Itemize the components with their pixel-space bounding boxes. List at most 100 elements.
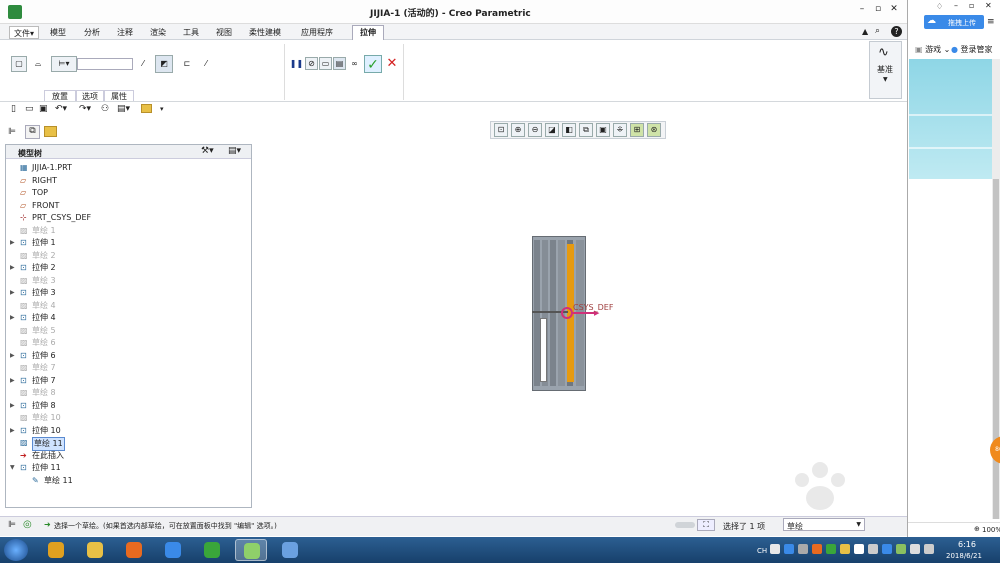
media-player-app-icon[interactable] xyxy=(118,539,150,561)
explorer-app-icon[interactable] xyxy=(79,539,111,561)
annotation-display-icon[interactable]: ⊛ xyxy=(647,123,661,137)
login-link[interactable]: ● 登录管家 xyxy=(951,44,993,55)
side-restore-icon[interactable]: ▫ xyxy=(969,1,974,10)
close-window-button[interactable]: ✕ xyxy=(888,4,900,16)
zoom-in-icon[interactable]: ⊕ xyxy=(511,123,525,137)
expand-arrow-icon[interactable]: ▶ xyxy=(10,262,15,274)
baidu-cloud-app-icon[interactable] xyxy=(157,539,189,561)
save-icon[interactable]: ▣ xyxy=(39,104,48,114)
expand-arrow-icon[interactable]: ▶ xyxy=(10,350,15,362)
start-button[interactable] xyxy=(4,539,28,561)
tab-apps[interactable]: 应用程序 xyxy=(301,26,333,39)
depth-input[interactable] xyxy=(77,58,133,70)
games-link[interactable]: ▣ 游戏 ⌄ xyxy=(915,44,950,55)
refit-icon[interactable]: ⊡ xyxy=(494,123,508,137)
tree-settings-icon[interactable]: ⚒▾ xyxy=(201,146,214,156)
tab-model[interactable]: 模型 xyxy=(50,26,66,39)
expanded-arrow-icon[interactable]: ▼ xyxy=(10,462,15,474)
network-icon[interactable] xyxy=(910,544,920,554)
upload-button[interactable]: ☁ 拖拽上传 xyxy=(924,15,984,29)
display-style-icon[interactable]: ◧ xyxy=(562,123,576,137)
folder-icon[interactable] xyxy=(141,104,152,113)
network-activity-icon[interactable] xyxy=(826,544,836,554)
ribbon-collapse-icon[interactable]: ▲ xyxy=(862,27,868,36)
datum-display-icon[interactable]: ⁜ xyxy=(613,123,627,137)
verify-icon[interactable]: ▤ xyxy=(333,57,346,70)
zoom-out-icon[interactable]: ⊖ xyxy=(528,123,542,137)
skin-icon[interactable]: ♢ xyxy=(936,2,943,11)
depth-option-icon[interactable]: ⊨▾ xyxy=(51,56,77,72)
tab-flexible[interactable]: 柔性建模 xyxy=(249,26,281,39)
open-icon[interactable]: ▭ xyxy=(25,104,34,114)
subtab-properties[interactable]: 属性 xyxy=(104,90,134,101)
side-scrollbar-thumb[interactable] xyxy=(993,179,999,519)
customize-icon[interactable]: ▾ xyxy=(160,105,164,113)
file-menu[interactable]: 文件▾ xyxy=(9,26,39,39)
notification-icon[interactable] xyxy=(854,544,864,554)
input-method-icon[interactable] xyxy=(770,544,780,554)
datum-group[interactable]: ∿ 基准 ▼ xyxy=(869,41,902,99)
tree-columns-icon[interactable]: ▤▾ xyxy=(228,146,241,156)
undo-icon[interactable]: ↶▾ xyxy=(55,104,67,114)
no-preview-icon[interactable]: ⊘ xyxy=(305,57,318,70)
tab-extrude[interactable]: 拉伸 xyxy=(352,25,384,40)
side-zoom-icon[interactable]: ⊕ xyxy=(974,525,980,533)
preview-icon[interactable]: ▭ xyxy=(319,57,332,70)
flip-direction-icon[interactable]: ⁄ xyxy=(136,57,150,71)
tab-analysis[interactable]: 分析 xyxy=(84,26,100,39)
glasses-icon[interactable]: ∞ xyxy=(348,57,361,70)
tab-render[interactable]: 渲染 xyxy=(150,26,166,39)
browser-360-app-icon[interactable] xyxy=(196,539,228,561)
app-icon[interactable] xyxy=(8,5,22,19)
subtab-placement[interactable]: 放置 xyxy=(44,90,76,101)
chrome-app-icon[interactable] xyxy=(40,539,72,561)
ok-button[interactable]: ✓ xyxy=(364,55,382,73)
folder-tab-icon[interactable] xyxy=(44,126,57,137)
expand-arrow-icon[interactable]: ▶ xyxy=(10,375,15,387)
maximize-button[interactable]: ▫ xyxy=(872,4,884,16)
browser-icon[interactable]: ◎ xyxy=(23,519,32,530)
volume-icon[interactable] xyxy=(924,544,934,554)
help-tray-icon[interactable] xyxy=(784,544,794,554)
side-menu-icon[interactable]: ≡ xyxy=(987,17,995,27)
selection-filter[interactable]: 草绘 ▼ xyxy=(783,518,865,531)
language-indicator[interactable]: CH xyxy=(757,547,767,555)
clock-date[interactable]: 2018/6/21 xyxy=(946,552,982,560)
solid-icon[interactable]: ▢ xyxy=(11,56,27,72)
model-tree-tab-icon[interactable]: ⊫ xyxy=(8,127,16,137)
side-close-icon[interactable]: ✕ xyxy=(985,1,992,10)
expand-arrow-icon[interactable]: ▶ xyxy=(10,312,15,324)
creo-app-icon[interactable] xyxy=(235,539,267,561)
show-navigator-icon[interactable]: ⊫ xyxy=(8,520,16,530)
find-icon[interactable]: ⛶ xyxy=(697,519,715,531)
new-icon[interactable]: ▯ xyxy=(11,104,16,114)
tab-view[interactable]: 视图 xyxy=(216,26,232,39)
cancel-button[interactable]: ✕ xyxy=(385,55,399,73)
settings-tray-icon[interactable] xyxy=(798,544,808,554)
cloud-tray-icon[interactable] xyxy=(882,544,892,554)
regenerate-icon[interactable]: ⚇ xyxy=(101,104,109,114)
battery-icon[interactable] xyxy=(896,544,906,554)
saved-views-icon[interactable]: ⧉ xyxy=(579,123,593,137)
help-icon[interactable]: ? xyxy=(891,26,902,37)
paint-app-icon[interactable] xyxy=(274,539,306,561)
repaint-icon[interactable]: ◪ xyxy=(545,123,559,137)
security-icon[interactable] xyxy=(812,544,822,554)
tab-annotate[interactable]: 注释 xyxy=(117,26,133,39)
pause-icon[interactable]: ❚❚ xyxy=(290,57,303,70)
minimize-button[interactable]: – xyxy=(856,4,868,16)
expand-arrow-icon[interactable]: ▶ xyxy=(10,400,15,412)
expand-arrow-icon[interactable]: ▶ xyxy=(10,425,15,437)
expand-arrow-icon[interactable]: ▶ xyxy=(10,237,15,249)
speaker-icon[interactable] xyxy=(868,544,878,554)
windows-icon[interactable]: ▤▾ xyxy=(117,104,130,114)
side-minimize-icon[interactable]: – xyxy=(954,1,958,10)
surface-icon[interactable]: ⌓ xyxy=(31,56,45,72)
search-icon[interactable]: ⌕ xyxy=(875,26,880,36)
thicken-icon[interactable]: ⊏ xyxy=(180,57,194,71)
flip-thicken-icon[interactable]: ⁄ xyxy=(199,57,213,71)
redo-icon[interactable]: ↷▾ xyxy=(79,104,91,114)
remove-material-icon[interactable]: ◩ xyxy=(155,55,173,73)
clock-time[interactable]: 6:16 xyxy=(958,540,976,549)
update-icon[interactable] xyxy=(840,544,850,554)
